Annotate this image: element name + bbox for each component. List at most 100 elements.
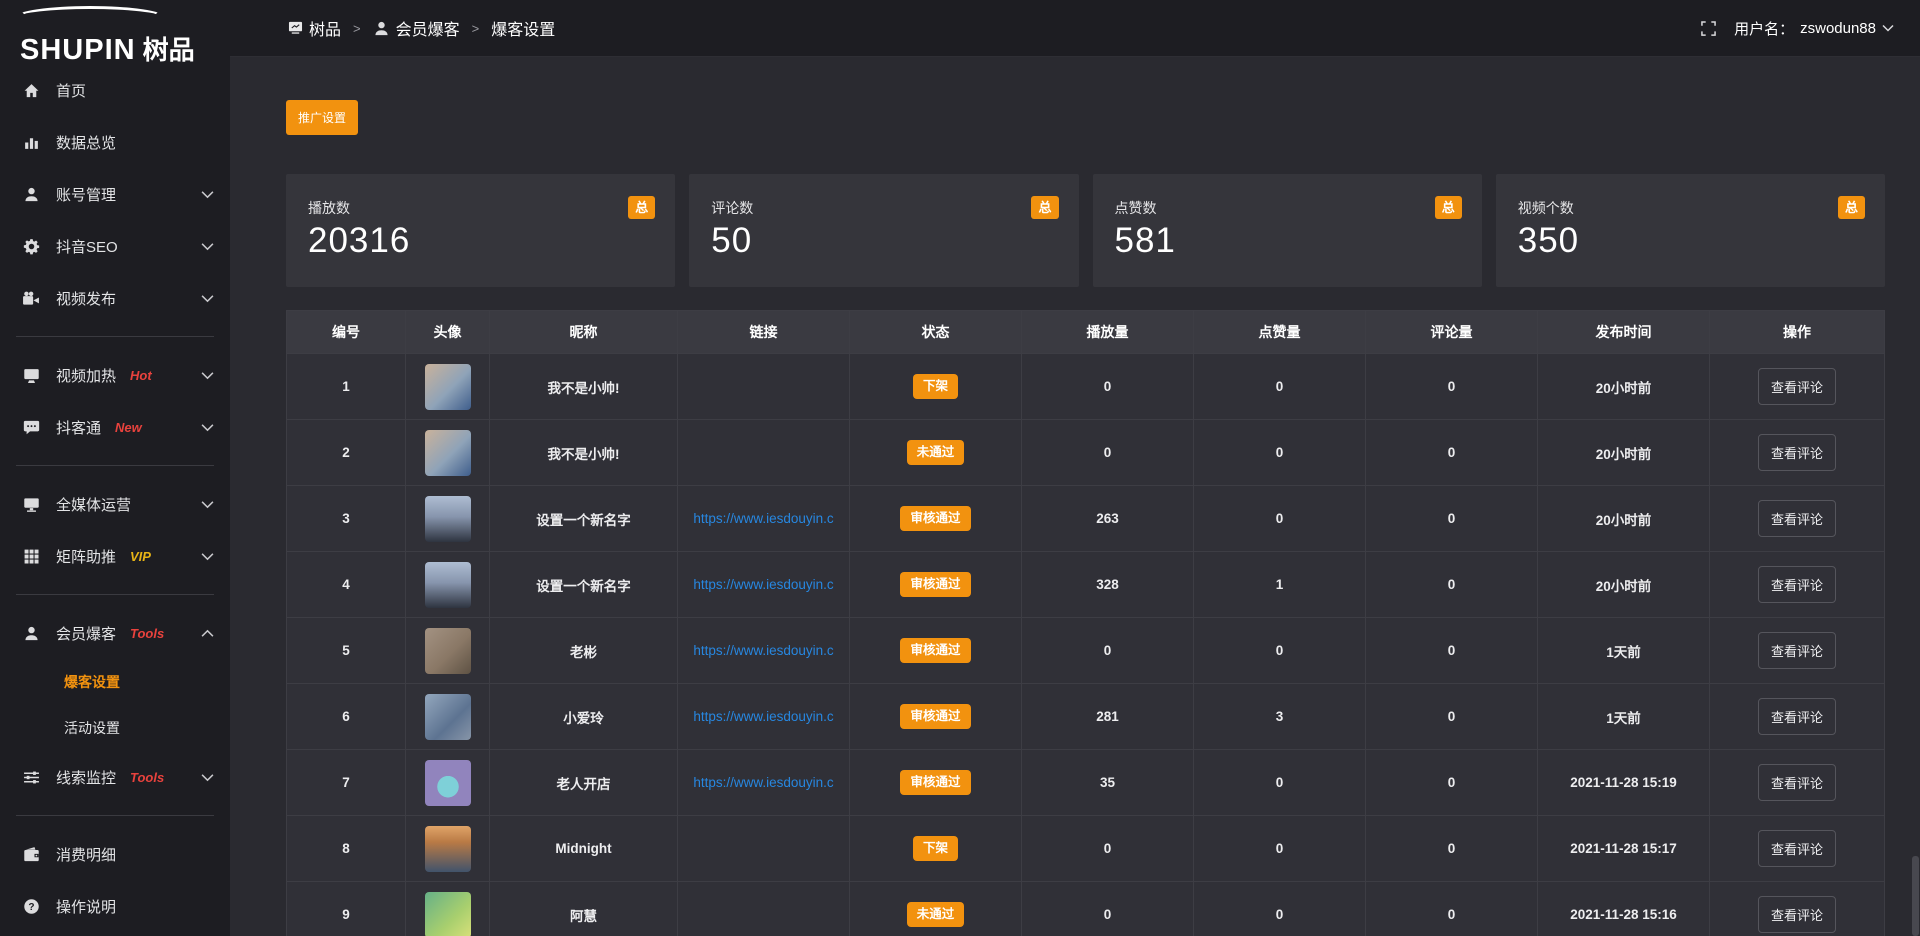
video-camera-icon (22, 289, 40, 307)
video-link[interactable]: https://www.iesdouyin.c (693, 709, 833, 724)
column-header-编号: 编号 (287, 311, 406, 353)
breadcrumb-item-树品[interactable]: 树品 (288, 16, 341, 40)
video-link[interactable]: https://www.iesdouyin.c (693, 643, 833, 658)
cell-avatar (406, 750, 490, 815)
breadcrumb-label: 爆客设置 (491, 16, 555, 40)
topbar-right: 用户名：zswodun88 (1701, 18, 1894, 39)
view-comments-button[interactable]: 查看评论 (1758, 764, 1836, 801)
comment-icon (22, 418, 40, 436)
column-header-昵称: 昵称 (490, 311, 678, 353)
avatar (425, 826, 471, 872)
cell-likes: 0 (1194, 486, 1366, 551)
sidebar-item-label: 矩阵助推 (56, 546, 116, 567)
sidebar-item-label: 首页 (56, 80, 86, 101)
sidebar-subitem-爆客设置[interactable]: 爆客设置 (0, 659, 230, 705)
cell-link (678, 882, 850, 936)
promo-settings-button[interactable]: 推广设置 (286, 100, 358, 135)
cell-avatar (406, 552, 490, 617)
column-header-播放量: 播放量 (1022, 311, 1194, 353)
cell-link (678, 816, 850, 881)
fullscreen-icon[interactable] (1701, 21, 1716, 36)
view-comments-button[interactable]: 查看评论 (1758, 500, 1836, 537)
cell-nickname: 设置一个新名字 (490, 552, 678, 617)
view-comments-button[interactable]: 查看评论 (1758, 566, 1836, 603)
view-comments-button[interactable]: 查看评论 (1758, 368, 1836, 405)
username-label: 用户名： (1734, 18, 1794, 39)
stat-value: 350 (1518, 221, 1865, 261)
cell-number: 4 (287, 552, 406, 617)
cell-link (678, 354, 850, 419)
breadcrumb: 树品>会员爆客>爆客设置 (288, 16, 555, 40)
cell-number: 5 (287, 618, 406, 683)
scrollbar[interactable] (1912, 856, 1919, 936)
video-link[interactable]: https://www.iesdouyin.c (693, 511, 833, 526)
sidebar-item-label: 视频加热 (56, 365, 116, 386)
sidebar-divider (16, 465, 214, 466)
view-comments-button[interactable]: 查看评论 (1758, 698, 1836, 735)
sidebar-item-视频加热[interactable]: 视频加热Hot (0, 349, 230, 401)
view-comments-button[interactable]: 查看评论 (1758, 434, 1836, 471)
sidebar-subitem-活动设置[interactable]: 活动设置 (0, 705, 230, 751)
sidebar-item-首页[interactable]: 首页 (0, 64, 230, 116)
stat-label: 播放数 (308, 198, 655, 218)
sidebar-item-label: 操作说明 (56, 896, 116, 917)
cell-likes: 0 (1194, 354, 1366, 419)
table-row: 8Midnight下架0002021-11-28 15:17查看评论 (287, 815, 1884, 881)
table-row: 5老彬https://www.iesdouyin.c审核通过0001天前查看评论 (287, 617, 1884, 683)
question-icon: ? (22, 897, 40, 915)
desktop-icon (22, 495, 40, 513)
chevron-down-icon (1882, 24, 1894, 32)
breadcrumb-separator: > (353, 21, 361, 36)
sidebar-item-全媒体运营[interactable]: 全媒体运营 (0, 478, 230, 530)
breadcrumb-item-会员爆客[interactable]: 会员爆客 (373, 16, 460, 40)
sidebar-item-抖客通[interactable]: 抖客通New (0, 401, 230, 453)
video-link[interactable]: https://www.iesdouyin.c (693, 775, 833, 790)
status-badge-未通过: 未通过 (907, 440, 965, 465)
stat-value: 20316 (308, 221, 655, 261)
sidebar-item-操作说明[interactable]: ? 操作说明 (0, 880, 230, 932)
view-comments-button[interactable]: 查看评论 (1758, 830, 1836, 867)
topbar: 树品>会员爆客>爆客设置 用户名：zswodun88 (230, 0, 1920, 57)
cell-nickname: 老彬 (490, 618, 678, 683)
cell-comments: 0 (1366, 552, 1538, 617)
sidebar-item-抖音SEO[interactable]: 抖音SEO (0, 220, 230, 272)
sidebar-item-线索监控[interactable]: 线索监控Tools (0, 751, 230, 803)
cell-number: 2 (287, 420, 406, 485)
brand-logo: SHUPIN树品 (0, 0, 230, 64)
view-comments-button[interactable]: 查看评论 (1758, 896, 1836, 933)
cell-plays: 0 (1022, 354, 1194, 419)
total-badge: 总 (628, 196, 655, 219)
video-link[interactable]: https://www.iesdouyin.c (693, 577, 833, 592)
sidebar-item-label: 全媒体运营 (56, 494, 131, 515)
column-header-操作: 操作 (1710, 311, 1884, 353)
gear-icon (22, 237, 40, 255)
status-badge-审核通过: 审核通过 (900, 506, 970, 531)
cell-link: https://www.iesdouyin.c (678, 684, 850, 749)
cell-avatar (406, 816, 490, 881)
sidebar-item-账号管理[interactable]: 账号管理 (0, 168, 230, 220)
sidebar-item-矩阵助推[interactable]: 矩阵助推VIP (0, 530, 230, 582)
cell-action: 查看评论 (1710, 354, 1884, 419)
table-row: 1我不是小帅!下架00020小时前查看评论 (287, 353, 1884, 419)
sidebar-item-视频发布[interactable]: 视频发布 (0, 272, 230, 324)
cell-nickname: 我不是小帅! (490, 354, 678, 419)
cell-status: 审核通过 (850, 618, 1022, 683)
sidebar-divider (16, 594, 214, 595)
cell-likes: 0 (1194, 882, 1366, 936)
sidebar-divider (16, 336, 214, 337)
view-comments-button[interactable]: 查看评论 (1758, 632, 1836, 669)
sidebar-item-消费明细[interactable]: 消费明细 (0, 828, 230, 880)
table-header-row: 编号头像昵称链接状态播放量点赞量评论量发布时间操作 (287, 311, 1884, 353)
sidebar-item-会员爆客[interactable]: 会员爆客Tools (0, 607, 230, 659)
logo-arc-decoration (16, 6, 164, 28)
user-menu[interactable]: 用户名：zswodun88 (1734, 18, 1894, 39)
stat-card-评论数: 评论数50总 (689, 174, 1078, 287)
sidebar-item-数据总览[interactable]: 数据总览 (0, 116, 230, 168)
column-header-状态: 状态 (850, 311, 1022, 353)
logo-text: SHUPIN (20, 34, 136, 66)
breadcrumb-item-爆客设置[interactable]: 爆客设置 (491, 16, 555, 40)
content: 推广设置 播放数20316总评论数50总点赞数581总视频个数350总 编号头像… (230, 57, 1920, 936)
avatar (425, 694, 471, 740)
avatar (425, 364, 471, 410)
column-header-评论量: 评论量 (1366, 311, 1538, 353)
